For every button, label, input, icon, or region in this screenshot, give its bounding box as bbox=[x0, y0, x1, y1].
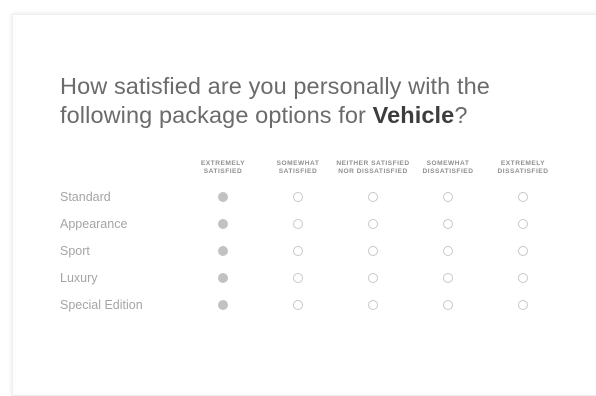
row-label-luxury: Luxury bbox=[60, 271, 98, 285]
radio-luxury-neutral[interactable] bbox=[368, 273, 378, 283]
radio-sport-somewhat-dissatisfied[interactable] bbox=[443, 246, 453, 256]
row-label-special-edition: Special Edition bbox=[60, 298, 143, 312]
radio-appearance-somewhat-satisfied[interactable] bbox=[293, 219, 303, 229]
radio-appearance-extremely-satisfied[interactable] bbox=[218, 219, 228, 229]
radio-special-edition-extremely-satisfied[interactable] bbox=[218, 300, 228, 310]
radio-luxury-extremely-satisfied[interactable] bbox=[218, 273, 228, 283]
row-label-sport: Sport bbox=[60, 244, 90, 258]
radio-special-edition-extremely-dissatisfied[interactable] bbox=[518, 300, 528, 310]
radio-appearance-extremely-dissatisfied[interactable] bbox=[518, 219, 528, 229]
question-emphasis: Vehicle bbox=[372, 102, 455, 128]
radio-luxury-somewhat-satisfied[interactable] bbox=[293, 273, 303, 283]
row-label-appearance: Appearance bbox=[60, 217, 128, 231]
question-title: How satisfied are you personally with th… bbox=[60, 72, 560, 130]
radio-sport-extremely-dissatisfied[interactable] bbox=[518, 246, 528, 256]
radio-standard-neutral[interactable] bbox=[368, 192, 378, 202]
radio-standard-extremely-satisfied[interactable] bbox=[218, 192, 228, 202]
column-header-line2: DISSATISFIED bbox=[497, 168, 549, 175]
column-header-line1: EXTREMELY bbox=[500, 160, 546, 167]
radio-sport-extremely-satisfied[interactable] bbox=[218, 246, 228, 256]
radio-appearance-neutral[interactable] bbox=[368, 219, 378, 229]
radio-special-edition-somewhat-dissatisfied[interactable] bbox=[443, 300, 453, 310]
radio-sport-neutral[interactable] bbox=[368, 246, 378, 256]
radio-sport-somewhat-satisfied[interactable] bbox=[293, 246, 303, 256]
radio-luxury-somewhat-dissatisfied[interactable] bbox=[443, 273, 453, 283]
column-header-extremely-dissatisfied: EXTREMELY DISSATISFIED bbox=[478, 160, 568, 176]
radio-standard-extremely-dissatisfied[interactable] bbox=[518, 192, 528, 202]
radio-appearance-somewhat-dissatisfied[interactable] bbox=[443, 219, 453, 229]
radio-special-edition-neutral[interactable] bbox=[368, 300, 378, 310]
row-label-standard: Standard bbox=[60, 190, 111, 204]
radio-standard-somewhat-satisfied[interactable] bbox=[293, 192, 303, 202]
question-suffix: ? bbox=[454, 102, 468, 128]
radio-special-edition-somewhat-satisfied[interactable] bbox=[293, 300, 303, 310]
radio-standard-somewhat-dissatisfied[interactable] bbox=[443, 192, 453, 202]
radio-luxury-extremely-dissatisfied[interactable] bbox=[518, 273, 528, 283]
